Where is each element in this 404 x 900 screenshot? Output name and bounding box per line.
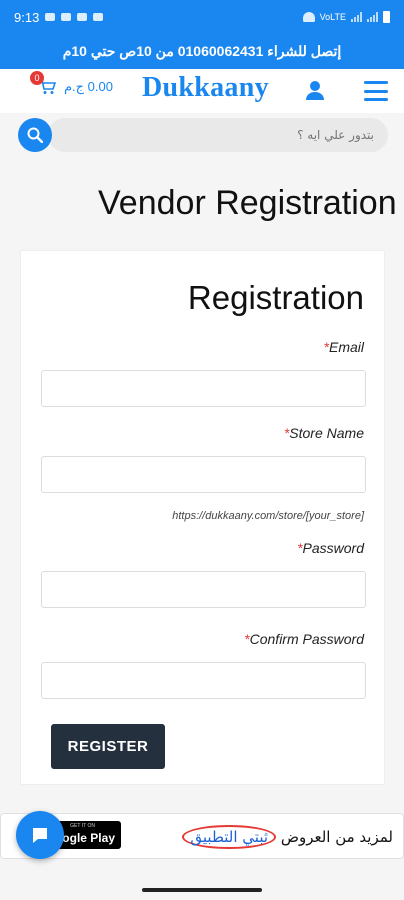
- cart-button[interactable]: 0 0.00 ج.م: [30, 71, 113, 95]
- cart-amount: 0.00 ج.م: [64, 79, 113, 94]
- store-name-field[interactable]: [41, 456, 366, 493]
- install-app-link[interactable]: ثبتي التطبيق: [182, 825, 277, 849]
- hamburger-menu-icon[interactable]: [364, 81, 388, 101]
- app-icon: [93, 13, 104, 21]
- signal-icon: [351, 12, 362, 22]
- wifi-icon: [302, 12, 315, 22]
- search-input[interactable]: [48, 118, 388, 152]
- email-field[interactable]: [41, 370, 366, 407]
- get-it-on-label: GET IT ON: [70, 823, 95, 829]
- status-time: 9:13: [14, 9, 40, 25]
- chat-button[interactable]: [16, 811, 64, 859]
- confirm-password-label: *Confirm Password: [244, 631, 364, 647]
- chat-icon: [33, 828, 47, 843]
- status-bar: 9:13 VoLTE: [0, 0, 404, 34]
- email-label: *Email: [323, 339, 364, 355]
- password-field[interactable]: [41, 571, 366, 608]
- banner-text: لمزيد من العروض ثبتي التطبيق: [182, 825, 393, 849]
- page-title: Vendor Registration: [98, 184, 397, 222]
- user-icon[interactable]: [304, 79, 326, 101]
- register-button[interactable]: REGISTER: [51, 724, 165, 769]
- store-name-label: *Store Name: [283, 425, 364, 441]
- search-bar: [18, 118, 388, 152]
- volte-label: VoLTE: [319, 12, 346, 22]
- cart-icon: 0: [30, 71, 57, 95]
- battery-icon: [383, 11, 390, 23]
- signal-icon-2: [367, 12, 378, 22]
- notification-icon: [45, 13, 56, 21]
- store-url-hint: https://dukkaany.com/store/[your_store]: [172, 510, 364, 522]
- registration-form: Registration *Email *Store Name https://…: [20, 250, 385, 785]
- site-logo[interactable]: Dukkaany: [142, 72, 269, 104]
- password-label: *Password: [297, 540, 364, 556]
- search-icon: [27, 127, 43, 143]
- message-icon: [61, 13, 72, 21]
- promo-text: إتصل للشراء 01060062431 من 10ص حتي 10م: [62, 43, 342, 59]
- promo-bar: إتصل للشراء 01060062431 من 10ص حتي 10م: [0, 34, 404, 69]
- confirm-password-field[interactable]: [41, 662, 366, 699]
- cart-count-badge: 0: [30, 71, 44, 85]
- home-gesture-handle[interactable]: [142, 888, 262, 892]
- system-nav-bar: [0, 880, 404, 900]
- site-header: 0 0.00 ج.م Dukkaany: [0, 69, 404, 113]
- search-button[interactable]: [18, 118, 52, 152]
- form-title: Registration: [187, 279, 364, 316]
- banner-prefix: لمزيد من العروض: [280, 828, 393, 846]
- photo-icon: [77, 13, 88, 21]
